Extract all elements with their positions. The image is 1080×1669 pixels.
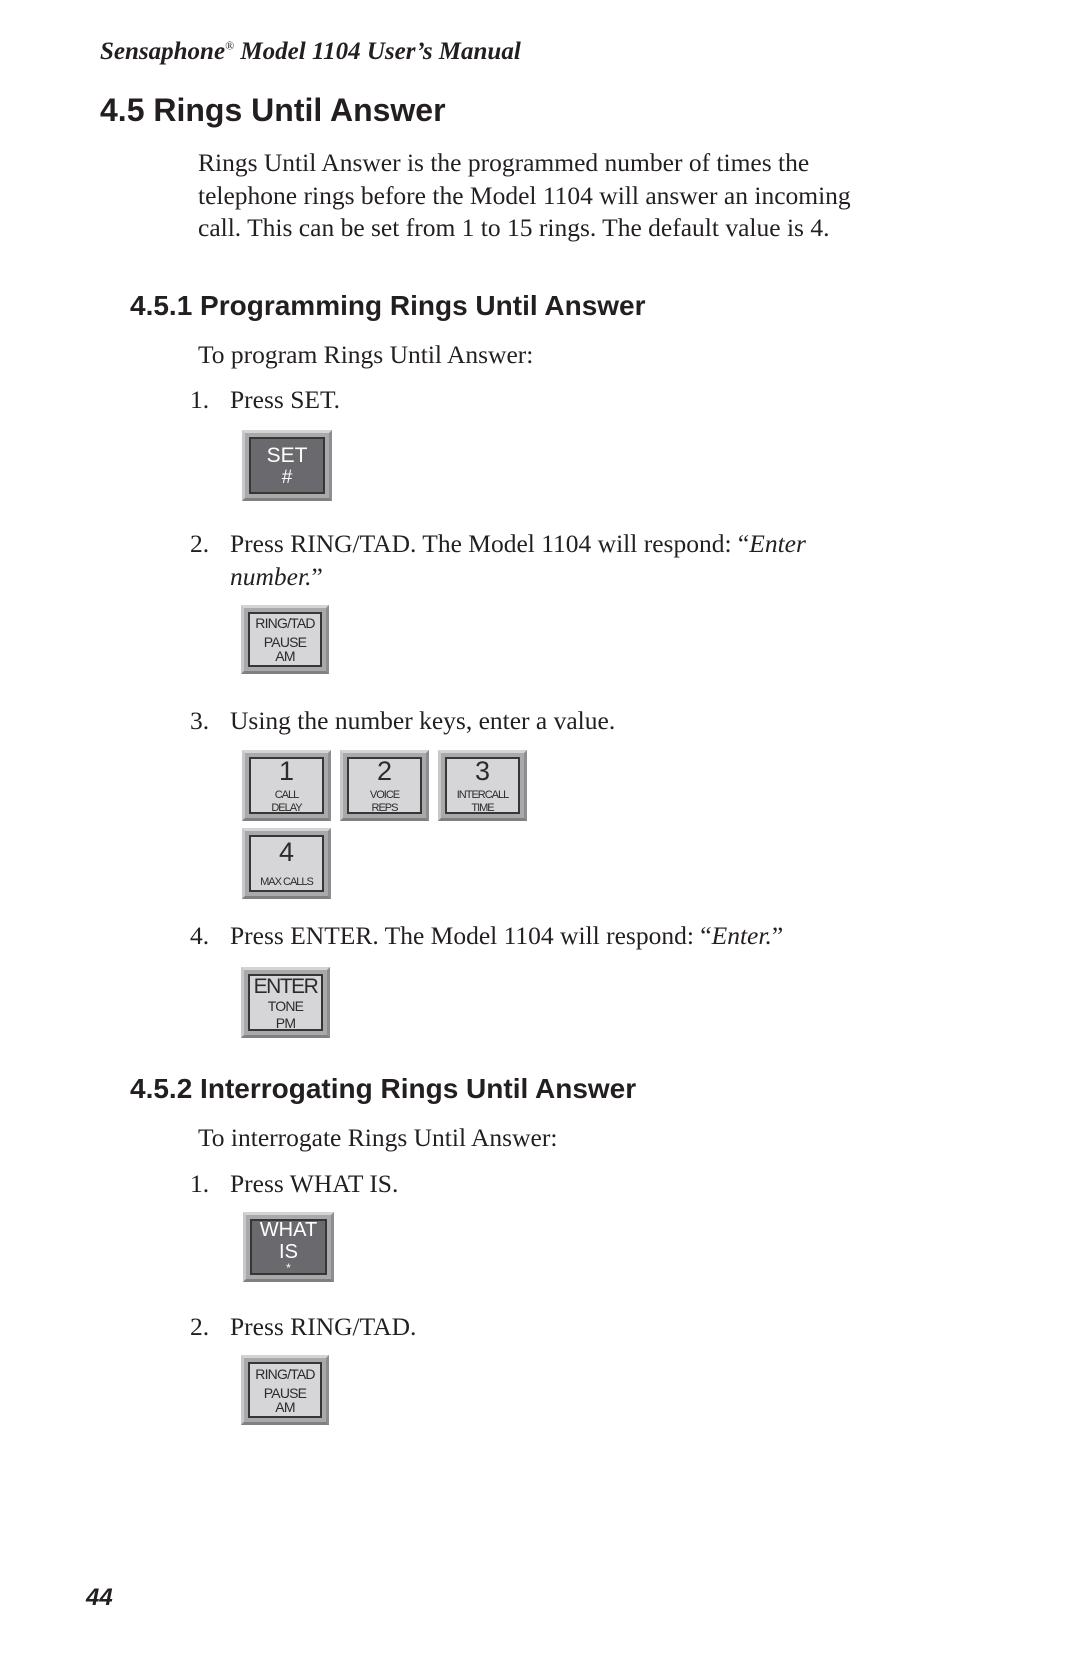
section-intro: Rings Until Answer is the programmed num… [198, 147, 851, 245]
step-number: 1. [190, 385, 210, 414]
registered-mark: ® [225, 38, 235, 53]
interrogating-step-2: 2. Press RING/TAD. [190, 1311, 416, 1344]
key-sublabel: VOICE [369, 788, 400, 801]
step-number: 3. [190, 706, 210, 735]
number-key-3: 3 INTERCALL TIME [438, 750, 527, 821]
brand-name: Sensaphone [100, 38, 226, 65]
subsection-title-programming: 4.5.1 Programming Rings Until Answer [130, 290, 646, 321]
key-sublabel: DELAY [271, 801, 302, 814]
intro-line: telephone rings before the Model 1104 wi… [198, 180, 851, 210]
intro-line: call. This can be set from 1 to 15 rings… [198, 213, 830, 242]
page-number: 44 [86, 1584, 113, 1611]
ring-tad-key: RING/TAD PAUSE AM [241, 1355, 329, 1425]
programming-step-3: 3. Using the number keys, enter a value. [190, 705, 615, 738]
set-key: SET # [242, 430, 332, 501]
number-key-4: 4 MAX CALLS [242, 828, 331, 899]
step-text: Using the number keys, enter a value. [230, 706, 616, 735]
section-title: 4.5 Rings Until Answer [100, 92, 446, 128]
enter-key: ENTER TONE PM [241, 967, 330, 1038]
star-icon: * [286, 1261, 291, 1275]
step-number: 4. [190, 921, 210, 950]
key-digit: 1 [278, 755, 295, 786]
programming-step-1: 1. Press SET. [190, 384, 340, 417]
interrogating-lead: To interrogate Rings Until Answer: [198, 1123, 558, 1152]
step-text: Press SET. [230, 385, 341, 414]
step-text: Press ENTER. The Model 1104 will respond… [230, 921, 712, 950]
hash-icon: # [281, 466, 293, 488]
device-response: Enter. [711, 921, 772, 950]
number-key-1: 1 CALL DELAY [242, 750, 331, 821]
key-sublabel: AM [275, 648, 295, 664]
manual-title: Model 1104 User’s Manual [234, 38, 521, 65]
number-key-2: 2 VOICE REPS [340, 750, 429, 821]
key-label: SET [266, 443, 308, 467]
key-sublabel: PAUSE [263, 1384, 307, 1401]
ring-tad-key: RING/TAD PAUSE AM [241, 605, 329, 674]
step-number: 2. [190, 529, 210, 558]
quote-mark: ” [311, 562, 323, 591]
key-sublabel: TIME [471, 801, 494, 814]
key-sublabel: AM [275, 1398, 295, 1415]
programming-step-2-continued: number.” [230, 561, 323, 594]
key-sublabel: CALL [274, 788, 300, 801]
step-text: Press WHAT IS. [230, 1169, 399, 1198]
key-digit: 4 [278, 837, 295, 867]
key-label: WHAT [259, 1219, 318, 1241]
step-text: Press RING/TAD. [230, 1312, 417, 1341]
programming-step-2: 2. Press RING/TAD. The Model 1104 will re… [190, 528, 806, 561]
quote-mark: ” [771, 921, 784, 950]
interrogating-step-1: 1. Press WHAT IS. [190, 1168, 398, 1201]
key-label: ENTER [253, 974, 319, 998]
what-is-key: WHAT IS * [243, 1212, 334, 1282]
intro-line: Rings Until Answer is the programmed num… [198, 148, 810, 177]
step-text: Press RING/TAD. The Model 1104 will resp… [230, 529, 750, 558]
device-response: number. [230, 562, 312, 591]
key-digit: 2 [376, 755, 393, 786]
key-sublabel: PAUSE [263, 634, 307, 650]
step-number: 2. [190, 1312, 210, 1341]
subsection-title-interrogating: 4.5.2 Interrogating Rings Until Answer [130, 1073, 637, 1104]
key-digit: 3 [474, 755, 491, 786]
key-label: IS [279, 1241, 298, 1263]
key-sublabel: PM [275, 1014, 296, 1031]
key-sublabel: TONE [267, 997, 304, 1014]
key-label: RING/TAD [255, 1365, 315, 1382]
programming-step-4: 4. Press ENTER. The Model 1104 will respo… [190, 920, 783, 953]
running-header: Sensaphone® Model 1104 User’s Manual [100, 38, 521, 66]
key-sublabel: INTERCALL [456, 788, 510, 801]
device-response: Enter [749, 529, 806, 558]
step-number: 1. [190, 1169, 210, 1198]
key-label: RING/TAD [255, 615, 315, 631]
programming-lead: To program Rings Until Answer: [198, 340, 534, 369]
key-sublabel: REPS [371, 801, 399, 814]
key-sublabel: MAX CALLS [260, 876, 314, 888]
